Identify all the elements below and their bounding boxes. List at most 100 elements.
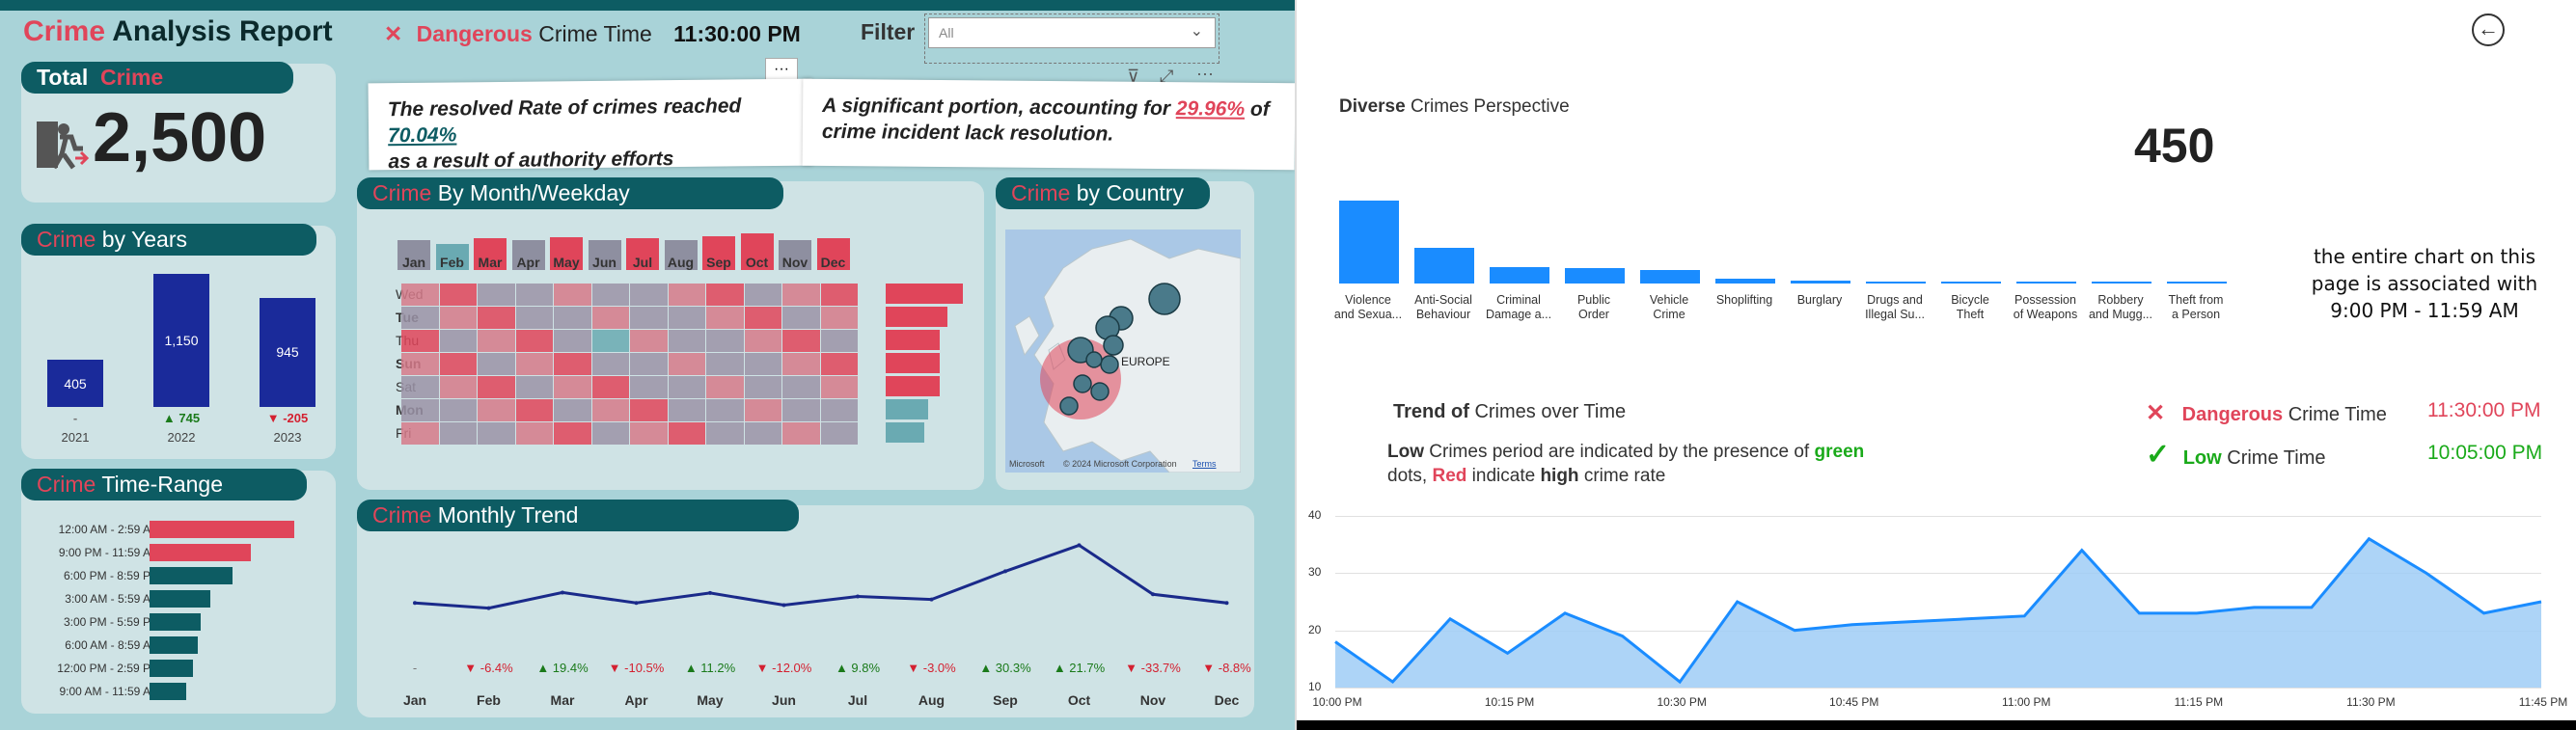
heatmap-cell[interactable] xyxy=(782,353,820,375)
heatmap-cell[interactable] xyxy=(478,330,515,352)
heatmap-cell[interactable] xyxy=(668,330,705,352)
heatmap-cell[interactable] xyxy=(439,353,477,375)
crime-category-bar[interactable] xyxy=(1565,267,1625,284)
heatmap-cell[interactable] xyxy=(554,284,591,306)
crime-category-bar[interactable] xyxy=(1640,269,1700,284)
heatmap-cell[interactable] xyxy=(478,399,515,421)
crime-category-bar[interactable] xyxy=(1490,266,1549,284)
heatmap-cell[interactable] xyxy=(401,307,439,329)
heatmap-cell[interactable] xyxy=(820,307,858,329)
heatmap-cell[interactable] xyxy=(478,376,515,398)
heatmap-cell[interactable] xyxy=(478,353,515,375)
heatmap-cell[interactable] xyxy=(478,307,515,329)
time-range-bar[interactable] xyxy=(150,521,294,538)
crime-category-bar[interactable] xyxy=(1414,247,1474,284)
heatmap-cell[interactable] xyxy=(820,376,858,398)
heatmap-cell[interactable] xyxy=(401,376,439,398)
heatmap-cell[interactable] xyxy=(515,399,553,421)
time-range-bar[interactable] xyxy=(150,590,210,608)
heatmap-cell[interactable] xyxy=(478,284,515,306)
heatmap-cell[interactable] xyxy=(439,399,477,421)
heatmap-cell[interactable] xyxy=(439,330,477,352)
heatmap-cell[interactable] xyxy=(515,284,553,306)
heatmap-cell[interactable] xyxy=(744,353,781,375)
time-range-bar[interactable] xyxy=(150,544,251,561)
year-bar[interactable]: 1,150 xyxy=(153,274,209,407)
heatmap-cell[interactable] xyxy=(630,353,668,375)
more-options-icon[interactable]: ··· xyxy=(1196,64,1214,84)
weekday-bar[interactable] xyxy=(886,376,940,396)
filter-dropdown[interactable]: All ⌄ xyxy=(928,17,1216,48)
heatmap-cell[interactable] xyxy=(782,284,820,306)
heatmap-cell[interactable] xyxy=(630,376,668,398)
heatmap-cell[interactable] xyxy=(591,353,629,375)
heatmap-cell[interactable] xyxy=(744,307,781,329)
heatmap-cell[interactable] xyxy=(554,376,591,398)
time-range-bar[interactable] xyxy=(150,636,198,654)
heatmap-cell[interactable] xyxy=(591,307,629,329)
heatmap-cell[interactable] xyxy=(744,422,781,445)
heatmap-cell[interactable] xyxy=(668,422,705,445)
heatmap-cell[interactable] xyxy=(515,307,553,329)
heatmap-cell[interactable] xyxy=(478,422,515,445)
heatmap-cell[interactable] xyxy=(820,399,858,421)
heatmap-cell[interactable] xyxy=(706,284,744,306)
heatmap-cell[interactable] xyxy=(668,284,705,306)
heatmap-cell[interactable] xyxy=(744,284,781,306)
heatmap-cell[interactable] xyxy=(820,422,858,445)
heatmap-cell[interactable] xyxy=(591,399,629,421)
time-range-bar[interactable] xyxy=(150,567,233,584)
back-arrow-icon[interactable]: ← xyxy=(2472,14,2505,46)
heatmap-cell[interactable] xyxy=(706,353,744,375)
heatmap-cell[interactable] xyxy=(820,330,858,352)
heatmap-cell[interactable] xyxy=(439,422,477,445)
heatmap-cell[interactable] xyxy=(515,376,553,398)
crime-category-bar[interactable] xyxy=(2167,282,2227,284)
time-range-bar[interactable] xyxy=(150,613,201,631)
heatmap-cell[interactable] xyxy=(782,330,820,352)
heatmap-cell[interactable] xyxy=(591,284,629,306)
heatmap-cell[interactable] xyxy=(706,307,744,329)
heatmap-cell[interactable] xyxy=(706,376,744,398)
heatmap-cell[interactable] xyxy=(554,422,591,445)
weekday-bar[interactable] xyxy=(886,399,928,419)
time-range-bar[interactable] xyxy=(150,660,193,677)
heatmap-cell[interactable] xyxy=(782,399,820,421)
heatmap-cell[interactable] xyxy=(782,307,820,329)
heatmap-cell[interactable] xyxy=(744,330,781,352)
heatmap-cell[interactable] xyxy=(439,307,477,329)
crime-category-bar[interactable] xyxy=(1339,201,1399,284)
heatmap-cell[interactable] xyxy=(706,330,744,352)
heatmap-cell[interactable] xyxy=(706,422,744,445)
heatmap-cell[interactable] xyxy=(401,353,439,375)
heatmap-cell[interactable] xyxy=(401,330,439,352)
heatmap-cell[interactable] xyxy=(706,399,744,421)
weekday-bar[interactable] xyxy=(886,330,940,350)
heatmap-cell[interactable] xyxy=(554,353,591,375)
heatmap-cell[interactable] xyxy=(820,353,858,375)
crime-category-bar[interactable] xyxy=(1715,279,1775,284)
heatmap-cell[interactable] xyxy=(744,376,781,398)
heatmap-cell[interactable] xyxy=(782,376,820,398)
heatmap-cell[interactable] xyxy=(630,307,668,329)
heatmap-cell[interactable] xyxy=(591,330,629,352)
heatmap-cell[interactable] xyxy=(554,399,591,421)
time-range-bar[interactable] xyxy=(150,683,186,700)
heatmap-cell[interactable] xyxy=(401,399,439,421)
weekday-bar[interactable] xyxy=(886,422,924,443)
crime-category-bar[interactable] xyxy=(1866,281,1926,284)
heatmap-cell[interactable] xyxy=(668,376,705,398)
heatmap-cell[interactable] xyxy=(630,284,668,306)
heatmap-cell[interactable] xyxy=(782,422,820,445)
crime-category-bar[interactable] xyxy=(1791,280,1850,284)
heatmap-cell[interactable] xyxy=(554,307,591,329)
weekday-bar[interactable] xyxy=(886,353,940,373)
heatmap-cell[interactable] xyxy=(591,422,629,445)
heatmap-cell[interactable] xyxy=(820,284,858,306)
heatmap-cell[interactable] xyxy=(515,330,553,352)
heatmap-cell[interactable] xyxy=(401,284,439,306)
weekday-bar[interactable] xyxy=(886,284,963,304)
crime-category-bar[interactable] xyxy=(2016,282,2076,284)
heatmap-cell[interactable] xyxy=(630,330,668,352)
heatmap-cell[interactable] xyxy=(515,422,553,445)
